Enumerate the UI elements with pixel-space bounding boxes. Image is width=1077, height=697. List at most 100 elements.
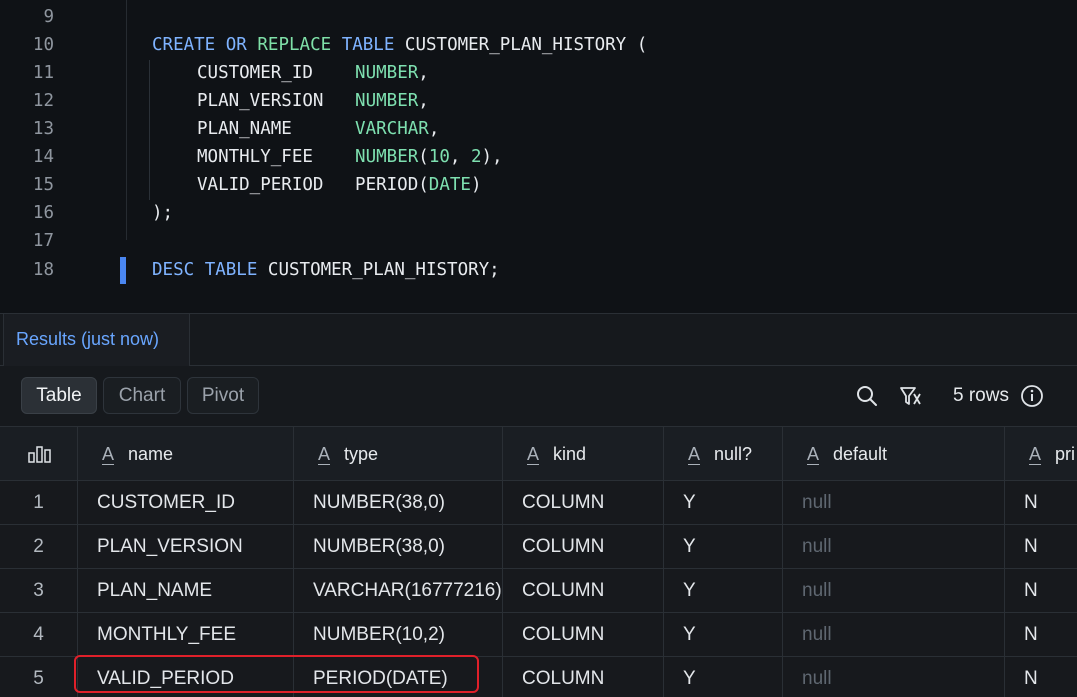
line-number: 11 xyxy=(32,63,54,83)
code-token: ( xyxy=(418,147,429,167)
column-divider[interactable] xyxy=(663,426,664,697)
column-header-label: default xyxy=(833,444,888,464)
view-table-button[interactable]: Table xyxy=(21,377,97,414)
row-number[interactable]: 5 xyxy=(0,657,77,697)
row-number[interactable]: 3 xyxy=(0,569,77,612)
code-token: CREATE xyxy=(152,35,216,55)
code-token: PLAN_VERSION xyxy=(197,91,356,111)
cell-type[interactable]: VARCHAR(16777216) xyxy=(313,569,502,612)
cell-primary[interactable]: N xyxy=(1024,613,1077,656)
code-line[interactable]: 18 DESC TABLE CUSTOMER_PLAN_HISTORY; xyxy=(0,256,1077,284)
cell-default[interactable]: null xyxy=(802,657,1002,697)
cell-null[interactable]: Y xyxy=(683,657,781,697)
view-chart-button[interactable]: Chart xyxy=(103,377,181,414)
code-token: CUSTOMER_PLAN_HISTORY ( xyxy=(394,35,648,55)
cell-kind[interactable]: COLUMN xyxy=(522,613,662,656)
text-type-icon: A xyxy=(102,444,115,464)
cell-name[interactable]: CUSTOMER_ID xyxy=(97,481,291,524)
cell-name[interactable]: PLAN_VERSION xyxy=(97,525,291,568)
cell-null[interactable]: Y xyxy=(683,569,781,612)
code-line[interactable]: 16); xyxy=(0,199,1077,227)
table-row[interactable]: 4 MONTHLY_FEE NUMBER(10,2) COLUMN Ynull N xyxy=(0,613,1077,657)
cell-name[interactable]: MONTHLY_FEE xyxy=(97,613,291,656)
column-divider[interactable] xyxy=(502,426,503,697)
cell-type[interactable]: NUMBER(10,2) xyxy=(313,613,502,656)
sql-editor[interactable]: 9 10 CREATE OR REPLACE TABLE CUSTOMER_PLAN… xyxy=(0,0,1077,313)
code-text: DESC TABLE CUSTOMER_PLAN_HISTORY; xyxy=(152,256,500,284)
code-token: OR xyxy=(225,35,247,55)
column-header-null[interactable]: Anull? xyxy=(688,427,782,482)
column-header-primary[interactable]: Apri xyxy=(1029,427,1077,482)
code-token: ), xyxy=(481,147,503,167)
code-token: , xyxy=(428,119,440,139)
cell-default[interactable]: null xyxy=(802,481,1002,524)
code-line[interactable]: 12 PLAN_VERSION NUMBER, xyxy=(0,87,1077,115)
app-root: 9 10 CREATE OR REPLACE TABLE CUSTOMER_PLAN… xyxy=(0,0,1077,697)
code-line[interactable]: 15 VALID_PERIOD PERIOD(DATE) xyxy=(0,171,1077,199)
column-chart-icon[interactable] xyxy=(28,445,52,463)
code-token: REPLACE xyxy=(257,35,332,55)
column-divider[interactable] xyxy=(1004,426,1005,697)
cell-kind[interactable]: COLUMN xyxy=(522,657,662,697)
row-number[interactable]: 4 xyxy=(0,613,77,656)
column-header-label: null? xyxy=(714,444,753,464)
code-text: PLAN_VERSION NUMBER, xyxy=(197,87,429,115)
cell-primary[interactable]: N xyxy=(1024,481,1077,524)
code-line[interactable]: 13 PLAN_NAME VARCHAR, xyxy=(0,115,1077,143)
view-pivot-button[interactable]: Pivot xyxy=(187,377,259,414)
code-token: NUMBER xyxy=(355,147,419,167)
column-header-kind[interactable]: Akind xyxy=(527,427,663,482)
code-token: VARCHAR xyxy=(355,119,429,139)
line-number: 16 xyxy=(32,203,54,223)
cell-null[interactable]: Y xyxy=(683,481,781,524)
code-line[interactable]: 9 xyxy=(0,3,1077,31)
search-icon[interactable] xyxy=(855,384,879,408)
cell-primary[interactable]: N xyxy=(1024,569,1077,612)
info-icon[interactable] xyxy=(1020,384,1044,408)
filter-icon[interactable] xyxy=(898,384,922,408)
column-header-label: name xyxy=(128,444,174,464)
code-line[interactable]: 14 MONTHLY_FEE NUMBER(10, 2), xyxy=(0,143,1077,171)
code-line[interactable]: 17 xyxy=(0,227,1077,255)
code-token: 2 xyxy=(470,147,482,167)
column-header-name[interactable]: Aname xyxy=(102,427,292,482)
line-number: 12 xyxy=(32,91,54,111)
column-header-label: kind xyxy=(553,444,587,464)
code-text: MONTHLY_FEE NUMBER(10, 2), xyxy=(197,143,503,171)
cell-name[interactable]: PLAN_NAME xyxy=(97,569,291,612)
code-line[interactable]: 10 CREATE OR REPLACE TABLE CUSTOMER_PLAN_… xyxy=(0,31,1077,59)
column-header-label: pri xyxy=(1055,444,1076,464)
cell-default[interactable]: null xyxy=(802,613,1002,656)
text-type-icon: A xyxy=(318,444,331,464)
cell-null[interactable]: Y xyxy=(683,613,781,656)
column-header-default[interactable]: Adefault xyxy=(807,427,1003,482)
table-row[interactable]: 1 CUSTOMER_ID NUMBER(38,0) COLUMN Ynull N xyxy=(0,481,1077,525)
tab-results[interactable]: Results (just now) xyxy=(3,314,190,366)
code-token: TABLE xyxy=(204,260,258,280)
table-row[interactable]: 2 PLAN_VERSION NUMBER(38,0) COLUMN Ynull N xyxy=(0,525,1077,569)
cell-kind[interactable]: COLUMN xyxy=(522,569,662,612)
cell-null[interactable]: Y xyxy=(683,525,781,568)
table-row[interactable]: 3 PLAN_NAME VARCHAR(16777216) COLUMN Ynull N xyxy=(0,569,1077,613)
cell-kind[interactable]: COLUMN xyxy=(522,525,662,568)
cell-default[interactable]: null xyxy=(802,569,1002,612)
code-token: NUMBER xyxy=(355,91,419,111)
code-token: PLAN_NAME xyxy=(197,119,356,139)
cell-kind[interactable]: COLUMN xyxy=(522,481,662,524)
cell-primary[interactable]: N xyxy=(1024,525,1077,568)
cell-primary[interactable]: N xyxy=(1024,657,1077,697)
column-header-label: type xyxy=(344,444,379,464)
column-divider[interactable] xyxy=(782,426,783,697)
highlight-box xyxy=(74,655,479,693)
row-number[interactable]: 1 xyxy=(0,481,77,524)
cell-type[interactable]: NUMBER(38,0) xyxy=(313,525,502,568)
row-number[interactable]: 2 xyxy=(0,525,77,568)
cell-default[interactable]: null xyxy=(802,525,1002,568)
line-number: 14 xyxy=(32,147,54,167)
code-line[interactable]: 11 CUSTOMER_ID NUMBER, xyxy=(0,59,1077,87)
column-header-type[interactable]: Atype xyxy=(318,427,502,482)
code-token: 10 xyxy=(428,147,450,167)
cell-type[interactable]: NUMBER(38,0) xyxy=(313,481,502,524)
